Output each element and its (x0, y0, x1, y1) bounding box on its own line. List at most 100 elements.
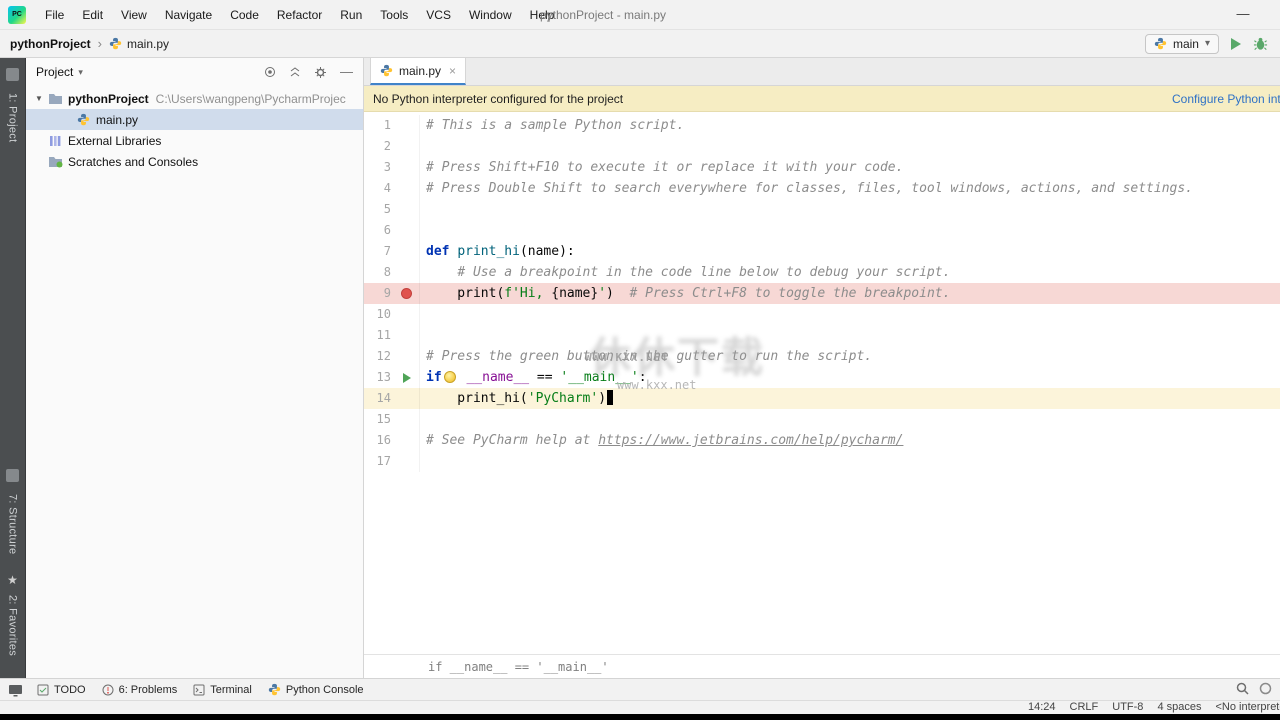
favorites-star-icon[interactable]: ★ (7, 573, 18, 587)
expand-chevron-icon[interactable]: ▼ (32, 94, 46, 103)
tab-main-py[interactable]: main.py × (370, 58, 466, 85)
chevron-down-icon: ▾ (1205, 38, 1210, 49)
code-line-16[interactable]: 16# See PyCharm help at https://www.jetb… (364, 430, 1280, 451)
search-icon[interactable] (1236, 682, 1249, 698)
editor-tab-bar: main.py × (364, 58, 1280, 86)
line-number: 7 (364, 241, 394, 262)
breakpoint-dot-icon[interactable] (401, 288, 412, 299)
project-panel-toolbar: — (264, 66, 353, 79)
navigation-bar: pythonProject › main.py main ▾ (0, 30, 1280, 58)
breakpoint-gutter[interactable] (394, 283, 420, 304)
intention-bulb-icon[interactable] (444, 371, 456, 383)
code-line-1[interactable]: 1# This is a sample Python script. (364, 115, 1280, 136)
gutter[interactable] (394, 325, 420, 346)
line-number: 8 (364, 262, 394, 283)
code-line-4[interactable]: 4# Press Double Shift to search everywhe… (364, 178, 1280, 199)
project-panel-title[interactable]: Project (36, 65, 73, 79)
tree-item-external-libraries[interactable]: External Libraries (26, 130, 363, 151)
toolwindow-terminal[interactable]: Terminal (193, 684, 252, 696)
status-indent-style[interactable]: 4 spaces (1157, 701, 1201, 714)
code-line-3[interactable]: 3# Press Shift+F10 to execute it or repl… (364, 157, 1280, 178)
gutter[interactable] (394, 388, 420, 409)
tree-item-pythonproject[interactable]: ▼pythonProjectC:\Users\wangpeng\PycharmP… (26, 88, 363, 109)
menu-vcs[interactable]: VCS (417, 0, 460, 30)
event-log-icon[interactable] (1259, 682, 1272, 698)
project-panel-header: Project ▾ — (26, 58, 363, 86)
run-configuration-selector[interactable]: main ▾ (1145, 34, 1219, 54)
tree-item-scratches-and-consoles[interactable]: Scratches and Consoles (26, 151, 363, 172)
gutter[interactable] (394, 262, 420, 283)
code-line-10[interactable]: 10 (364, 304, 1280, 325)
gutter[interactable] (394, 304, 420, 325)
code-line-6[interactable]: 6 (364, 220, 1280, 241)
close-tab-icon[interactable]: × (449, 64, 456, 78)
run-button[interactable] (1231, 38, 1241, 50)
breadcrumb-file[interactable]: main.py (127, 37, 169, 51)
gutter[interactable] (394, 241, 420, 262)
menu-edit[interactable]: Edit (73, 0, 112, 30)
gutter[interactable] (394, 346, 420, 367)
run-gutter[interactable] (394, 367, 420, 388)
hide-panel-button[interactable]: — (340, 67, 353, 77)
gutter[interactable] (394, 157, 420, 178)
menu-tools[interactable]: Tools (371, 0, 417, 30)
tool-stripe-project[interactable]: 1: Project (7, 93, 19, 142)
tool-window-switcher-icon[interactable] (8, 683, 23, 697)
gutter[interactable] (394, 178, 420, 199)
menu-window[interactable]: Window (460, 0, 521, 30)
toolwindow-6-problems[interactable]: 6: Problems (102, 684, 178, 696)
status-caret-position[interactable]: 14:24 (1028, 701, 1056, 714)
minimize-button[interactable]: — (1232, 0, 1254, 28)
status-encoding[interactable]: UTF-8 (1112, 701, 1143, 714)
code-token: # Use a breakpoint in the code line belo… (457, 265, 950, 280)
menu-view[interactable]: View (112, 0, 156, 30)
menu-run[interactable]: Run (331, 0, 371, 30)
toolwindow-todo[interactable]: TODO (37, 684, 86, 696)
code-line-2[interactable]: 2 (364, 136, 1280, 157)
editor-breadcrumb[interactable]: if __name__ == '__main__' (364, 654, 1280, 678)
status-line-ending[interactable]: CRLF (1070, 701, 1099, 714)
code-line-17[interactable]: 17 (364, 451, 1280, 472)
code-line-14[interactable]: 14 print_hi('PyCharm') (364, 388, 1280, 409)
code-line-5[interactable]: 5 (364, 199, 1280, 220)
status-interpreter-status[interactable]: <No interpreter> (1215, 701, 1280, 714)
code-line-12[interactable]: 12# Press the green button in the gutter… (364, 346, 1280, 367)
gutter[interactable] (394, 115, 420, 136)
code-line-9[interactable]: 9 print(f'Hi, {name}') # Press Ctrl+F8 t… (364, 283, 1280, 304)
settings-gear-button[interactable] (314, 66, 327, 79)
menu-file[interactable]: File (36, 0, 73, 30)
configure-interpreter-link[interactable]: Configure Python interpreter (1172, 86, 1280, 112)
code-line-8[interactable]: 8 # Use a breakpoint in the code line be… (364, 262, 1280, 283)
menu-navigate[interactable]: Navigate (156, 0, 221, 30)
toolwindow-python-console[interactable]: Python Console (268, 683, 364, 696)
gutter[interactable] (394, 451, 420, 472)
code-token: == (529, 370, 560, 385)
collapse-all-button[interactable] (289, 66, 301, 78)
gutter[interactable] (394, 220, 420, 241)
code-token: # See PyCharm help at (426, 433, 598, 448)
breadcrumb-project[interactable]: pythonProject (10, 37, 91, 51)
debug-button[interactable] (1253, 36, 1268, 51)
gutter[interactable] (394, 430, 420, 451)
code-token: # Press Shift+F10 to execute it or repla… (426, 160, 903, 175)
gutter[interactable] (394, 199, 420, 220)
toolwindow-label: Terminal (210, 684, 252, 696)
project-stripe-icon[interactable] (6, 68, 19, 81)
pycharm-logo-text: PC (12, 11, 22, 18)
menu-code[interactable]: Code (221, 0, 268, 30)
menu-refactor[interactable]: Refactor (268, 0, 331, 30)
code-line-15[interactable]: 15 (364, 409, 1280, 430)
code-line-7[interactable]: 7def print_hi(name): (364, 241, 1280, 262)
code-line-13[interactable]: 13if __name__ == '__main__': (364, 367, 1280, 388)
code-area[interactable]: 休休下载 WWW.KXX.NET www.kxx.net 1# This is … (364, 112, 1280, 654)
run-line-icon[interactable] (403, 373, 411, 383)
locate-file-button[interactable] (264, 66, 276, 78)
tree-item-main-py[interactable]: main.py (26, 109, 363, 130)
panel-title-chevron-icon[interactable]: ▾ (78, 67, 83, 78)
tool-stripe-structure[interactable]: 7: Structure (7, 494, 19, 554)
gutter[interactable] (394, 409, 420, 430)
code-line-11[interactable]: 11 (364, 325, 1280, 346)
structure-stripe-icon[interactable] (6, 469, 19, 482)
tool-stripe-favorites[interactable]: 2: Favorites (7, 595, 19, 656)
gutter[interactable] (394, 136, 420, 157)
